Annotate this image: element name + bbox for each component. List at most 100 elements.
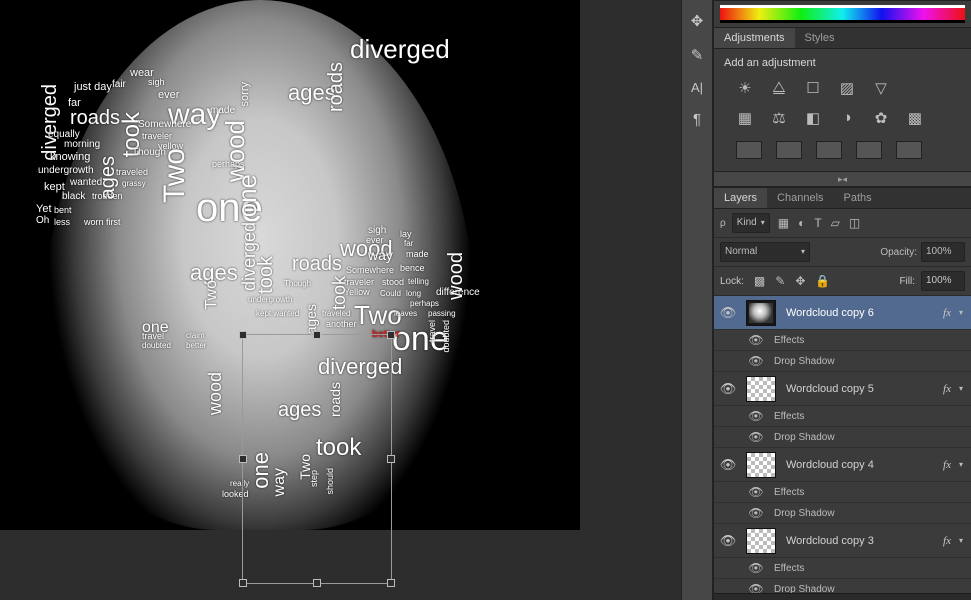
- layer-effect-row[interactable]: 👁Drop Shadow: [714, 579, 971, 593]
- preset-thumb[interactable]: [776, 141, 802, 159]
- layer-name[interactable]: Wordcloud copy 6: [780, 307, 935, 319]
- filter-type-icon[interactable]: T: [814, 216, 821, 230]
- layer-effect-row[interactable]: 👁Effects: [714, 482, 971, 503]
- adj-vibrance-icon[interactable]: ▽: [872, 79, 890, 97]
- layer-row[interactable]: 👁 Wordcloud copy 5fx▾: [714, 372, 971, 406]
- transform-handle-ne[interactable]: [387, 331, 395, 339]
- fx-caret-icon[interactable]: ▾: [959, 384, 971, 393]
- adj-levels-icon[interactable]: ⧋: [770, 79, 788, 97]
- layer-thumb[interactable]: [746, 376, 776, 402]
- color-spectrum[interactable]: [720, 5, 965, 23]
- right-panels: Adjustments Styles Add an adjustment ☀ ⧋…: [713, 0, 971, 600]
- adj-photofilter-icon[interactable]: ◑: [838, 109, 856, 127]
- brush-presets-icon[interactable]: ✎: [691, 46, 704, 64]
- layer-fx-badge[interactable]: fx: [935, 459, 959, 471]
- paragraph-icon[interactable]: ¶: [693, 111, 701, 128]
- character-icon[interactable]: A|: [691, 80, 703, 95]
- preset-thumb[interactable]: [736, 141, 762, 159]
- visibility-icon[interactable]: 👁: [742, 409, 770, 423]
- layer-row[interactable]: 👁 Wordcloud copy 3fx▾: [714, 524, 971, 558]
- visibility-icon[interactable]: 👁: [742, 333, 770, 347]
- visibility-icon[interactable]: 👁: [742, 485, 770, 499]
- preset-thumb[interactable]: [816, 141, 842, 159]
- lock-all-icon[interactable]: 🔒: [815, 274, 830, 288]
- canvas-area[interactable]: divergeddivergedroadsfarjust dayfairwear…: [0, 0, 681, 600]
- tab-channels[interactable]: Channels: [767, 188, 833, 208]
- layer-thumb[interactable]: [746, 300, 776, 326]
- history-icon[interactable]: ✥: [691, 12, 704, 30]
- layer-row[interactable]: 👁 Wordcloud copy 4fx▾: [714, 448, 971, 482]
- wordcloud-word: Oh: [36, 216, 49, 226]
- filter-smart-icon[interactable]: ◫: [849, 216, 860, 230]
- tab-adjustments[interactable]: Adjustments: [714, 28, 795, 48]
- fx-caret-icon[interactable]: ▾: [959, 460, 971, 469]
- fill-value[interactable]: 100%: [921, 271, 965, 291]
- wordcloud-word: just day: [74, 82, 112, 93]
- layer-thumb[interactable]: [746, 452, 776, 478]
- layer-name[interactable]: Wordcloud copy 4: [780, 459, 935, 471]
- layer-name[interactable]: Wordcloud copy 3: [780, 535, 935, 547]
- panel-collapse-bar[interactable]: ▸◂: [714, 171, 971, 187]
- layer-fx-badge[interactable]: fx: [935, 307, 959, 319]
- filter-shape-icon[interactable]: ▱: [831, 216, 840, 230]
- layer-filter-kind[interactable]: Kind▾: [732, 213, 770, 233]
- visibility-icon[interactable]: 👁: [714, 457, 742, 473]
- tab-paths[interactable]: Paths: [834, 188, 882, 208]
- visibility-icon[interactable]: 👁: [742, 430, 770, 444]
- fill-label: Fill:: [899, 276, 915, 287]
- layer-effect-row[interactable]: 👁Drop Shadow: [714, 427, 971, 448]
- adj-curves-icon[interactable]: ☐: [804, 79, 822, 97]
- transform-handle-se[interactable]: [387, 579, 395, 587]
- lock-transparent-icon[interactable]: ▩: [754, 274, 765, 288]
- opacity-label: Opacity:: [880, 247, 917, 258]
- transform-handle-sw[interactable]: [239, 579, 247, 587]
- layer-effect-row[interactable]: 👁Effects: [714, 330, 971, 351]
- layer-thumb[interactable]: [746, 528, 776, 554]
- adjustments-prompt: Add an adjustment: [724, 57, 963, 69]
- visibility-icon[interactable]: 👁: [742, 354, 770, 368]
- opacity-value[interactable]: 100%: [921, 242, 965, 262]
- preset-thumb[interactable]: [856, 141, 882, 159]
- lock-label: Lock:: [720, 276, 744, 287]
- blend-mode-select[interactable]: Normal▾: [720, 242, 810, 262]
- layer-effect-row[interactable]: 👁Effects: [714, 558, 971, 579]
- adj-channelmix-icon[interactable]: ✿: [872, 109, 890, 127]
- lock-paint-icon[interactable]: ✎: [775, 274, 785, 288]
- layer-fx-badge[interactable]: fx: [935, 383, 959, 395]
- layer-effect-row[interactable]: 👁Drop Shadow: [714, 351, 971, 372]
- transform-handle-nw[interactable]: [239, 331, 247, 339]
- transform-box[interactable]: [242, 334, 392, 584]
- preset-thumb[interactable]: [896, 141, 922, 159]
- visibility-icon[interactable]: 👁: [742, 582, 770, 593]
- visibility-icon[interactable]: 👁: [714, 381, 742, 397]
- filter-pixel-icon[interactable]: ▦: [778, 216, 789, 230]
- wordcloud-word: Yet: [36, 204, 52, 215]
- adj-hue-icon[interactable]: ▦: [736, 109, 754, 127]
- adj-lookup-icon[interactable]: ▩: [906, 109, 924, 127]
- filter-adjust-icon[interactable]: ◐: [798, 216, 805, 230]
- visibility-icon[interactable]: 👁: [742, 506, 770, 520]
- wordcloud-word: far: [68, 98, 81, 109]
- tab-layers[interactable]: Layers: [714, 188, 767, 208]
- layers-panel: Layers Channels Paths ρ Kind▾ ▦ ◐ T ▱ ◫: [714, 187, 971, 593]
- adj-bw-icon[interactable]: ◧: [804, 109, 822, 127]
- layer-row[interactable]: 👁 Wordcloud copy 6fx▾: [714, 296, 971, 330]
- fx-caret-icon[interactable]: ▾: [959, 308, 971, 317]
- transform-handle-e[interactable]: [387, 455, 395, 463]
- layer-effect-row[interactable]: 👁Drop Shadow: [714, 503, 971, 524]
- visibility-icon[interactable]: 👁: [714, 533, 742, 549]
- layer-name[interactable]: Wordcloud copy 5: [780, 383, 935, 395]
- transform-handle-w[interactable]: [239, 455, 247, 463]
- layer-fx-badge[interactable]: fx: [935, 535, 959, 547]
- transform-handle-s[interactable]: [313, 579, 321, 587]
- adj-brightness-icon[interactable]: ☀: [736, 79, 754, 97]
- visibility-icon[interactable]: 👁: [742, 561, 770, 575]
- fx-caret-icon[interactable]: ▾: [959, 536, 971, 545]
- tab-styles[interactable]: Styles: [795, 28, 845, 48]
- visibility-icon[interactable]: 👁: [714, 305, 742, 321]
- adj-balance-icon[interactable]: ⚖: [770, 109, 788, 127]
- adj-exposure-icon[interactable]: ▨: [838, 79, 856, 97]
- transform-handle-n[interactable]: [313, 331, 321, 339]
- lock-move-icon[interactable]: ✥: [795, 274, 805, 288]
- layer-effect-row[interactable]: 👁Effects: [714, 406, 971, 427]
